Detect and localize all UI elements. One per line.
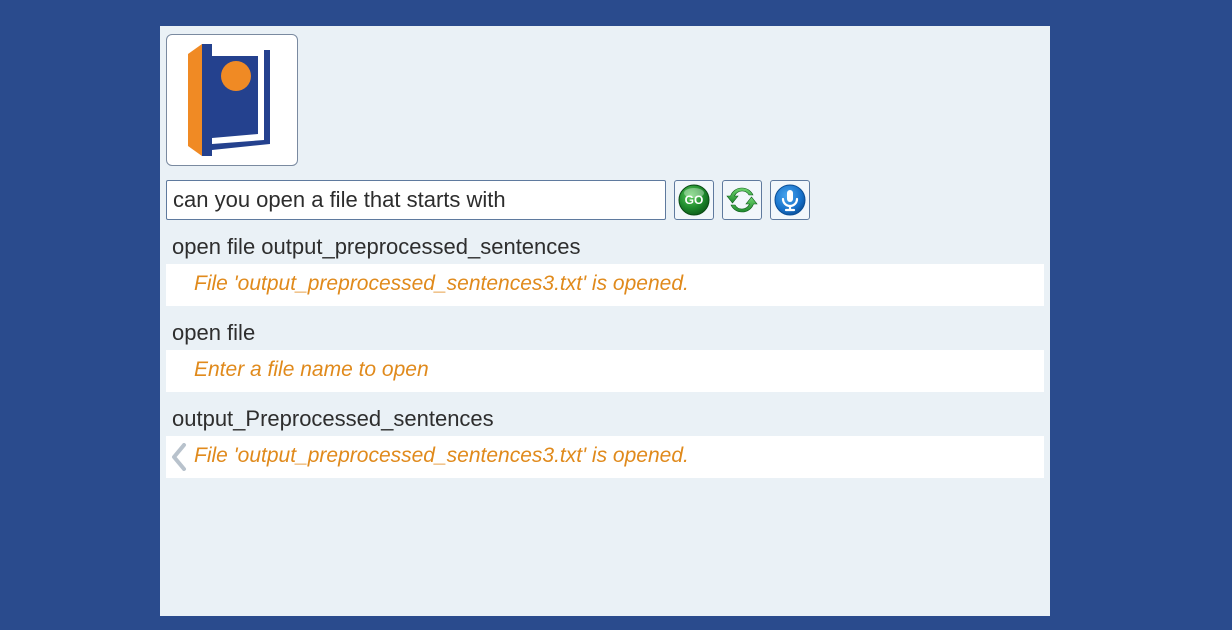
command-row: GO	[166, 180, 1044, 220]
svg-text:GO: GO	[685, 193, 704, 207]
refresh-button[interactable]	[722, 180, 762, 220]
history-entry: open file output_preprocessed_sentencesF…	[166, 226, 1044, 306]
history-entry: open fileEnter a file name to open	[166, 312, 1044, 392]
go-icon: GO	[678, 184, 710, 216]
response-text: File 'output_preprocessed_sentences3.txt…	[166, 264, 1044, 306]
refresh-icon	[726, 184, 758, 216]
go-button[interactable]: GO	[674, 180, 714, 220]
response-text: File 'output_preprocessed_sentences3.txt…	[166, 436, 1044, 478]
mic-button[interactable]	[770, 180, 810, 220]
microphone-icon	[774, 184, 806, 216]
main-panel: GO	[160, 26, 1050, 616]
query-text: open file output_preprocessed_sentences	[166, 226, 1044, 264]
response-text: Enter a file name to open	[166, 350, 1044, 392]
logo-frame	[166, 34, 298, 166]
command-input[interactable]	[166, 180, 666, 220]
query-text: open file	[166, 312, 1044, 350]
history-list: open file output_preprocessed_sentencesF…	[166, 226, 1044, 478]
chevron-left-icon[interactable]	[168, 441, 190, 473]
query-text: output_Preprocessed_sentences	[166, 398, 1044, 436]
history-entry: output_Preprocessed_sentencesFile 'outpu…	[166, 398, 1044, 478]
app-logo-icon	[182, 44, 282, 156]
